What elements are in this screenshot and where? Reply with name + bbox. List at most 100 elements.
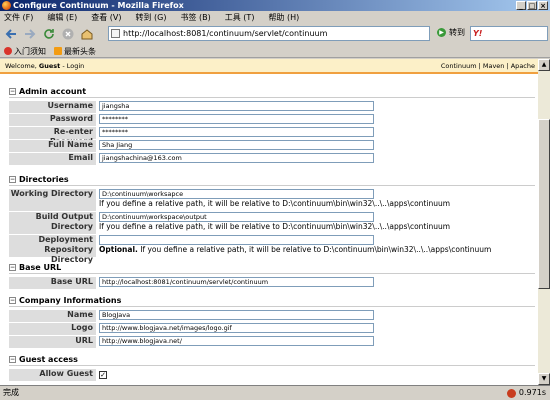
company-logo-field[interactable]: http://www.blogjava.net/images/logo.gif [99, 323, 374, 333]
back-button[interactable] [3, 26, 19, 42]
field-label: Full Name [9, 140, 96, 152]
email-field[interactable]: jiangshachina@163.com [99, 153, 374, 163]
collapse-toggle-icon[interactable]: − [9, 297, 16, 304]
menu-tools[interactable]: 工具 (T) [225, 12, 255, 23]
menu-go[interactable]: 转到 (G) [136, 12, 167, 23]
scroll-thumb[interactable] [538, 119, 550, 289]
home-icon [81, 29, 93, 40]
field-label: Allow Guest [9, 369, 96, 381]
go-arrow-icon: ▶ [437, 28, 446, 37]
collapse-toggle-icon[interactable]: − [9, 176, 16, 183]
stop-icon [62, 28, 74, 40]
address-bar[interactable]: http://localhost:8081/continuum/servlet/… [108, 26, 430, 41]
forward-arrow-icon [25, 29, 36, 39]
field-label: Working Directory [9, 189, 96, 211]
home-button[interactable] [79, 26, 95, 42]
section-title: Base URL [19, 263, 62, 272]
company-logo-row: Logo http://www.blogjava.net/images/logo… [9, 323, 535, 335]
status-addon-icon [506, 388, 516, 398]
login-link[interactable]: Login [67, 62, 85, 70]
working-directory-row: Working Directory D:\continuum\worksapce… [9, 189, 535, 211]
search-input[interactable]: Y! [470, 26, 548, 41]
company-name-field[interactable]: BlogJava [99, 310, 374, 320]
firefox-bookmark-icon [4, 47, 12, 55]
go-button[interactable]: ▶ 转到 [437, 27, 465, 38]
directories-section: − Directories [9, 174, 535, 186]
section-header[interactable]: − Company Informations [9, 295, 535, 307]
load-time: 0.971s [518, 388, 546, 397]
menu-view[interactable]: 查看 (V) [91, 12, 121, 23]
reenter-password-field[interactable]: ******** [99, 127, 374, 137]
header-links[interactable]: Continuum | Maven | Apache [441, 59, 535, 73]
field-hint: If you define a relative path, it will b… [99, 199, 451, 208]
field-label: Deployment Repository Directory [9, 235, 96, 264]
username-field[interactable]: jiangsha [99, 101, 374, 111]
vertical-scrollbar[interactable]: ▲ ▼ [538, 59, 550, 385]
menu-bookmarks[interactable]: 书签 (B) [180, 12, 210, 23]
admin-section: − Admin account [9, 86, 535, 98]
menu-edit[interactable]: 编辑 (E) [47, 12, 77, 23]
guest-name: Guest [38, 62, 61, 70]
field-label: Base URL [9, 277, 96, 289]
window-controls: _ □ × [516, 1, 548, 10]
bookmark-latest-headlines[interactable]: 最新头条 [54, 46, 96, 57]
email-row: Email jiangshachina@163.com [9, 153, 535, 165]
go-label: 转到 [449, 28, 465, 37]
maximize-button[interactable]: □ [527, 1, 537, 10]
reload-icon [44, 29, 54, 39]
window-titlebar: Configure Continuum - Mozilla Firefox _ … [0, 0, 550, 11]
welcome-text: Welcome, [5, 62, 37, 70]
field-label: Re-enter Password [9, 127, 96, 146]
minimize-button[interactable]: _ [516, 1, 526, 10]
company-section: − Company Informations [9, 295, 535, 307]
working-directory-field[interactable]: D:\continuum\worksapce [99, 189, 374, 199]
forward-button[interactable] [22, 26, 38, 42]
firefox-icon [2, 1, 11, 10]
section-header[interactable]: − Directories [9, 174, 535, 186]
allow-guest-row: Allow Guest ✓ [9, 369, 535, 381]
menu-help[interactable]: 帮助 (H) [268, 12, 299, 23]
scroll-up-button[interactable]: ▲ [538, 59, 550, 71]
back-arrow-icon [5, 29, 16, 39]
guest-section: − Guest access [9, 354, 535, 366]
collapse-toggle-icon[interactable]: − [9, 88, 16, 95]
deployment-repository-field[interactable] [99, 235, 374, 245]
bookmark-label: 最新头条 [64, 46, 96, 56]
section-title: Directories [19, 175, 69, 184]
fullname-field[interactable]: Sha Jiang [99, 140, 374, 150]
page-icon [111, 29, 120, 38]
section-header[interactable]: − Admin account [9, 86, 535, 98]
password-field[interactable]: ******** [99, 114, 374, 124]
scroll-down-button[interactable]: ▼ [538, 373, 550, 385]
stop-button[interactable] [60, 26, 76, 42]
bookmark-getting-started[interactable]: 入门须知 [4, 46, 46, 57]
menu-file[interactable]: 文件 (F) [4, 12, 33, 23]
close-button[interactable]: × [538, 1, 548, 10]
search-engine-logo: Y! [473, 29, 483, 38]
menu-bar: 文件 (F) 编辑 (E) 查看 (V) 转到 (G) 书签 (B) 工具 (T… [0, 11, 550, 23]
build-output-field[interactable]: D:\continuum\workspace\output [99, 212, 374, 222]
bookmarks-toolbar: 入门须知 最新头条 [0, 45, 550, 58]
hint-text: If you define a relative path, it will b… [137, 245, 492, 254]
collapse-toggle-icon[interactable]: − [9, 264, 16, 271]
collapse-toggle-icon[interactable]: − [9, 356, 16, 363]
section-header[interactable]: − Base URL [9, 262, 535, 274]
section-header[interactable]: − Guest access [9, 354, 535, 366]
allow-guest-checkbox[interactable]: ✓ [99, 371, 107, 379]
field-label: Build Output Directory [9, 212, 96, 234]
section-title: Admin account [19, 87, 87, 96]
status-text: 完成 [3, 388, 19, 397]
field-label: Name [9, 310, 96, 322]
status-right: 0.971s [506, 386, 546, 400]
baseurl-field[interactable]: http://localhost:8081/continuum/servlet/… [99, 277, 374, 287]
bookmark-label: 入门须知 [14, 46, 46, 56]
address-text: http://localhost:8081/continuum/servlet/… [123, 29, 328, 38]
company-url-field[interactable]: http://www.blogjava.net/ [99, 336, 374, 346]
baseurl-section: − Base URL [9, 262, 535, 274]
fullname-row: Full Name Sha Jiang [9, 140, 535, 152]
field-label: Username [9, 101, 96, 113]
navigation-toolbar: http://localhost:8081/continuum/servlet/… [0, 23, 550, 45]
window-title: Configure Continuum - Mozilla Firefox [13, 1, 184, 10]
username-row: Username jiangsha [9, 101, 535, 113]
reload-button[interactable] [41, 26, 57, 42]
